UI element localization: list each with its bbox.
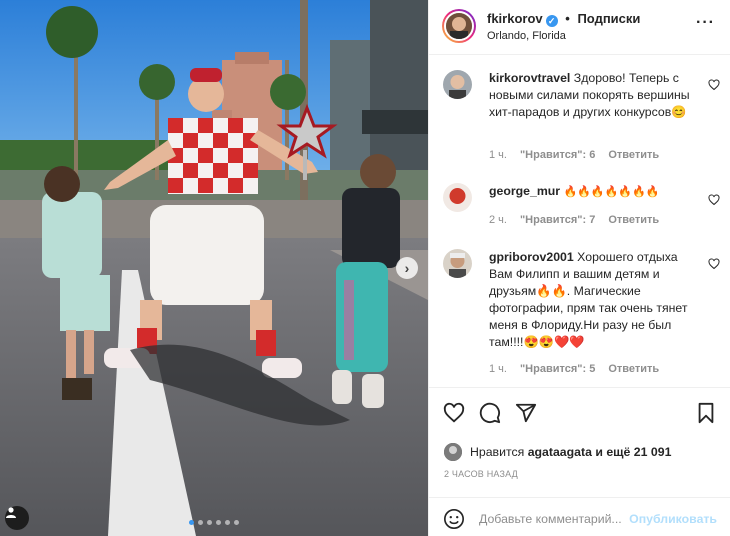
comment-like-heart-icon[interactable] [708,194,720,206]
avatar-image [443,183,472,212]
likes-summary: Нравится agataagata и ещё 21 091 [444,443,671,461]
carousel-indicator [0,520,428,525]
carousel-dot [198,520,203,525]
photo-scene [0,0,428,536]
liker-username[interactable]: agataagata [528,445,592,459]
comment-item: kirkorovtravel Здорово! Теперь с новыми … [429,70,730,170]
comment-username[interactable]: kirkorovtravel [489,71,570,85]
comment-time[interactable]: 1 ч. [489,363,507,375]
comment-username[interactable]: george_mur [489,184,560,198]
comment-body: gpriborov2001 Хорошего отдыха Вам Филипп… [489,249,697,351]
carousel-next-button[interactable]: › [396,257,418,279]
comment-likes-count[interactable]: "Нравится": 6 [520,149,595,161]
post-actions: Нравится agataagata и ещё 21 091 2 ЧАСОВ… [429,387,730,536]
comment-reply-button[interactable]: Ответить [608,363,659,375]
comment-body: george_mur 🔥🔥🔥🔥🔥🔥🔥 [489,183,697,201]
post-timestamp[interactable]: 2 ЧАСОВ НАЗАД [444,469,518,479]
carousel-dot [189,520,194,525]
person-icon [6,507,16,518]
post-header: fkirkorov ✓ • Подписки Orlando, Florida ·… [429,0,730,55]
like-heart-icon[interactable] [443,402,465,424]
share-paper-plane-icon[interactable] [515,402,537,424]
comment-like-heart-icon[interactable] [708,258,720,270]
comment-avatar[interactable] [443,183,472,212]
comment-like-heart-icon[interactable] [708,79,720,91]
author-username[interactable]: fkirkorov [487,11,543,26]
carousel-dot [216,520,221,525]
comment-likes-count[interactable]: "Нравится": 7 [520,214,595,226]
post-photo[interactable]: › [0,0,428,536]
comment-reply-button[interactable]: Ответить [608,149,659,161]
liker-avatar[interactable] [444,443,462,461]
comment-text: Хорошего отдыха Вам Филипп и вашим детям… [489,250,688,349]
bookmark-icon[interactable] [695,402,717,424]
comment-avatar[interactable] [443,249,472,278]
comment-meta: 2 ч. "Нравится": 7 Ответить [489,214,659,226]
tagged-users-button[interactable] [5,506,29,530]
post-location[interactable]: Orlando, Florida [487,30,566,42]
comment-body: kirkorovtravel Здорово! Теперь с новыми … [489,70,697,121]
emoji-icon[interactable] [443,508,465,530]
instagram-post-view: › fkirkorov ✓ • Подписки Orlando, Florid… [0,0,730,536]
author-line: fkirkorov ✓ • Подписки [487,11,640,27]
verified-badge-icon: ✓ [545,15,558,27]
comment-text: 🔥🔥🔥🔥🔥🔥🔥 [563,186,660,198]
comment-reply-button[interactable]: Ответить [608,214,659,226]
comment-item: gpriborov2001 Хорошего отдыха Вам Филипп… [429,249,730,377]
following-button[interactable]: Подписки [577,11,640,26]
comment-meta: 1 ч. "Нравится": 5 Ответить [489,363,659,375]
comment-input[interactable]: Добавьте комментарий... [479,512,622,526]
comment-likes-count[interactable]: "Нравится": 5 [520,363,595,375]
carousel-dot [234,520,239,525]
header-separator: • [565,11,570,26]
likes-count[interactable]: и ещё 21 091 [595,445,671,459]
avatar-image [444,443,462,461]
post-side-panel: fkirkorov ✓ • Подписки Orlando, Florida ·… [428,0,730,536]
add-comment-bar: Добавьте комментарий... Опубликовать [429,497,730,536]
comment-meta: 1 ч. "Нравится": 6 Ответить [489,149,659,161]
carousel-dot [225,520,230,525]
carousel-dot [207,520,212,525]
avatar-image [443,249,472,278]
likes-prefix: Нравится [470,445,525,459]
comment-item: george_mur 🔥🔥🔥🔥🔥🔥🔥 2 ч. "Нравится": 7 От… [429,183,730,227]
comment-time[interactable]: 1 ч. [489,149,507,161]
comment-time[interactable]: 2 ч. [489,214,507,226]
avatar-image [443,70,472,99]
publish-button[interactable]: Опубликовать [629,512,717,526]
more-options-button[interactable]: ··· [696,14,715,32]
comment-bubble-icon[interactable] [479,402,501,424]
comment-username[interactable]: gpriborov2001 [489,250,574,264]
comment-avatar[interactable] [443,70,472,99]
avatar-image [446,13,472,39]
author-avatar[interactable] [442,9,476,43]
